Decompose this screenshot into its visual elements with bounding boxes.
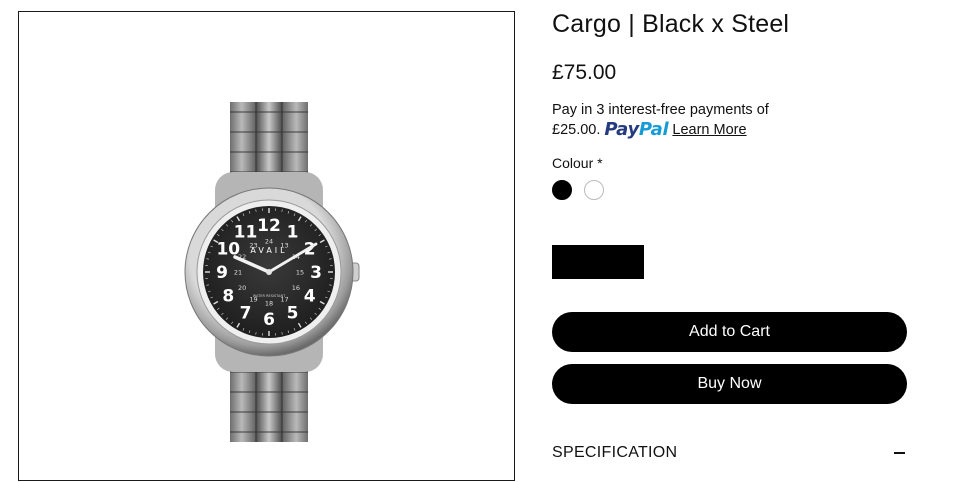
- watch-inner-numeral: 24: [265, 238, 273, 246]
- product-title: Cargo | Black x Steel: [552, 10, 789, 39]
- product-price: £75.00: [552, 61, 616, 85]
- watch-inner-numeral: 18: [265, 300, 273, 308]
- watch-inner-numeral: 15: [296, 269, 304, 277]
- watch-dial-text: WATER RESISTANT: [253, 294, 286, 298]
- specification-label: SPECIFICATION: [552, 444, 677, 462]
- watch-inner-numeral: 16: [292, 284, 300, 292]
- watch-numeral: 9: [216, 263, 228, 283]
- watch-numeral: 12: [257, 216, 281, 236]
- watch-inner-numeral: 20: [238, 284, 246, 292]
- product-image: 121234567891011 241314151617181920212223…: [18, 11, 515, 481]
- paypal-logo: PayPal: [604, 119, 668, 140]
- colour-swatches: [552, 180, 604, 200]
- quantity-field[interactable]: [552, 245, 644, 279]
- learn-more-link[interactable]: Learn More: [672, 122, 746, 138]
- watch-inner-numeral: 21: [234, 269, 242, 277]
- watch-numeral: 4: [304, 287, 316, 307]
- watch-numeral: 3: [310, 263, 322, 283]
- watch-numeral: 7: [240, 304, 252, 324]
- minus-icon[interactable]: [894, 452, 905, 454]
- colour-swatch-black[interactable]: [552, 180, 572, 200]
- watch-numeral: 6: [263, 310, 275, 330]
- watch-numeral: 11: [234, 222, 258, 242]
- watch-numeral: 8: [222, 287, 234, 307]
- watch-brand-text: AVAIL: [250, 246, 287, 255]
- specification-toggle[interactable]: SPECIFICATION: [552, 444, 907, 462]
- watch-numeral: 5: [287, 304, 299, 324]
- add-to-cart-button[interactable]: Add to Cart: [552, 312, 907, 352]
- colour-label: Colour *: [552, 155, 603, 171]
- colour-swatch-white[interactable]: [584, 180, 604, 200]
- watch-numeral: 1: [287, 222, 299, 242]
- buy-now-button[interactable]: Buy Now: [552, 364, 907, 404]
- watch-image: 121234567891011 241314151617181920212223…: [19, 12, 516, 482]
- paypal-message: Pay in 3 interest-free payments of £25.0…: [552, 100, 812, 140]
